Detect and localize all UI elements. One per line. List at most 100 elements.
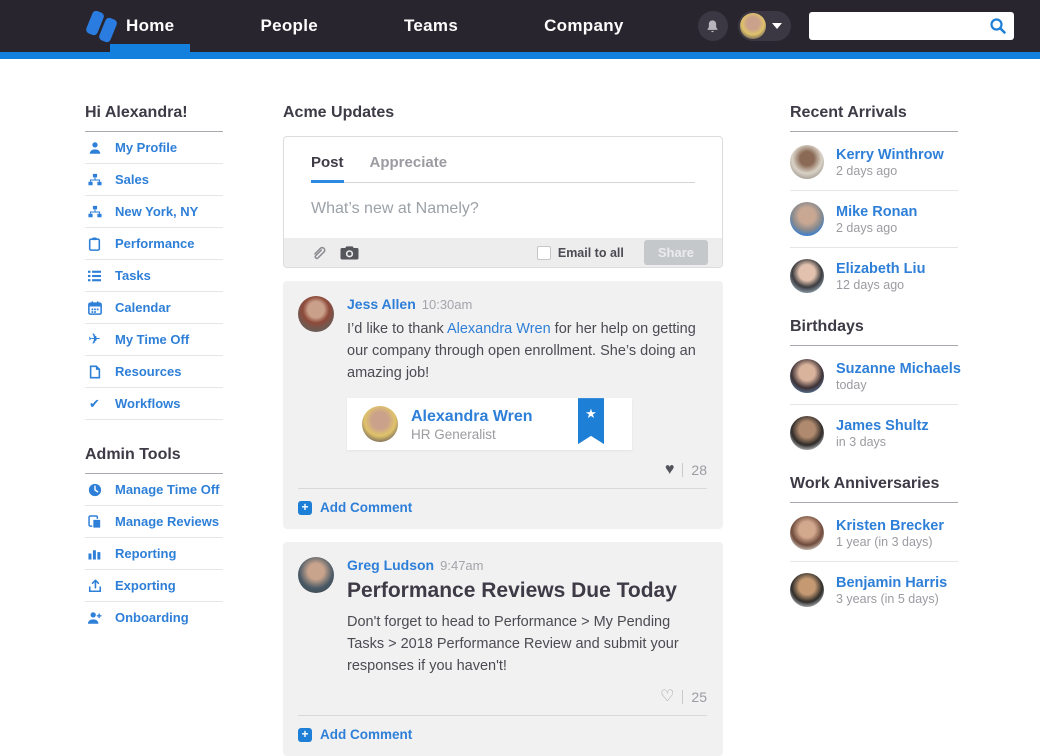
- post-author-link[interactable]: Jess Allen: [347, 296, 416, 312]
- person-sub: 12 days ago: [836, 278, 905, 293]
- nav-tab-teams[interactable]: Teams: [392, 0, 470, 52]
- tab-appreciate[interactable]: Appreciate: [370, 154, 448, 182]
- like-count: 25: [691, 689, 707, 706]
- sidebar-greeting: Hi Alexandra!: [85, 104, 223, 132]
- profile-card-role: HR Generalist: [411, 426, 496, 442]
- sidebar-item-label: Tasks: [115, 268, 151, 283]
- sidebar-item-label: Sales: [115, 172, 149, 187]
- share-button[interactable]: Share: [643, 240, 708, 265]
- sidebar-item-label: Performance: [115, 236, 195, 251]
- export-icon: [87, 578, 102, 593]
- sidebar-item-manage-reviews[interactable]: Manage Reviews: [85, 506, 223, 538]
- composer-tabs: Post Appreciate: [284, 137, 722, 183]
- post-text: Don't forget to head to Performance > My…: [347, 614, 679, 675]
- email-to-all-label: Email to all: [557, 245, 624, 260]
- paperclip-icon[interactable]: [311, 245, 326, 261]
- status-input[interactable]: [284, 183, 722, 238]
- add-comment-button[interactable]: + Add Comment: [298, 716, 707, 742]
- copy-icon: [87, 514, 102, 529]
- sidebar-item-workflows[interactable]: ✔ Workflows: [85, 388, 223, 420]
- avatar[interactable]: [298, 557, 334, 594]
- profile-card-name[interactable]: Alexandra Wren: [411, 408, 533, 425]
- search-input[interactable]: [808, 12, 1014, 40]
- admin-tools-heading: Admin Tools: [85, 446, 223, 474]
- sidebar-item-label: New York, NY: [115, 204, 199, 219]
- mention-link[interactable]: Alexandra Wren: [447, 321, 551, 337]
- profile-card[interactable]: Alexandra Wren HR Generalist ★: [347, 398, 632, 451]
- person-sub: 2 days ago: [836, 221, 898, 236]
- post-timestamp: 9:47am: [440, 558, 484, 574]
- person-name[interactable]: Elizabeth Liu: [836, 261, 925, 277]
- appreciation-ribbon[interactable]: ★: [578, 398, 604, 445]
- feed-title: Acme Updates: [283, 104, 395, 121]
- sidebar-item-my-time-off[interactable]: ✈ My Time Off: [85, 324, 223, 356]
- post-author-link[interactable]: Greg Ludson: [347, 557, 434, 573]
- global-search: [808, 12, 1014, 40]
- sidebar-item-resources[interactable]: Resources: [85, 356, 223, 388]
- sidebar-item-calendar[interactable]: Calendar: [85, 292, 223, 324]
- search-icon[interactable]: [989, 17, 1007, 35]
- person-sub: 3 years (in 5 days): [836, 592, 939, 607]
- email-to-all-checkbox[interactable]: [536, 245, 551, 260]
- nav-tab-home[interactable]: Home: [109, 0, 191, 52]
- post-title: Performance Reviews Due Today: [347, 579, 677, 603]
- sidebar-item-my-profile[interactable]: My Profile: [85, 132, 223, 164]
- avatar: [790, 259, 824, 293]
- top-navbar: Home People Teams Company: [0, 0, 1040, 52]
- nav-tab-people[interactable]: People: [248, 0, 330, 52]
- add-comment-button[interactable]: + Add Comment: [298, 489, 707, 515]
- person-row[interactable]: Kristen Brecker 1 year (in 3 days): [790, 505, 958, 562]
- person-row[interactable]: Mike Ronan 2 days ago: [790, 191, 958, 248]
- like-heart-icon[interactable]: ♡: [660, 689, 674, 705]
- sidebar-item-reporting[interactable]: Reporting: [85, 538, 223, 570]
- person-row[interactable]: Kerry Winthrow 2 days ago: [790, 134, 958, 191]
- section-heading: Birthdays: [790, 318, 958, 346]
- sidebar-item-label: Resources: [115, 364, 182, 379]
- sidebar-item-tasks[interactable]: Tasks: [85, 260, 223, 292]
- person-plus-icon: [87, 610, 102, 625]
- sidebar-item-label: Exporting: [115, 578, 176, 593]
- sidebar-item-manage-time-off[interactable]: Manage Time Off: [85, 474, 223, 506]
- avatar: [790, 416, 824, 450]
- person-name[interactable]: Kristen Brecker: [836, 518, 944, 534]
- birthdays-section: Birthdays Suzanne Michaels today James S…: [790, 318, 961, 461]
- plus-icon: +: [298, 500, 312, 515]
- sidebar-item-new-york[interactable]: New York, NY: [85, 196, 223, 228]
- person-row[interactable]: Benjamin Harris 3 years (in 5 days): [790, 562, 958, 618]
- tab-post[interactable]: Post: [311, 154, 344, 183]
- avatar: [790, 516, 824, 550]
- person-name[interactable]: Mike Ronan: [836, 204, 917, 220]
- sidebar-item-sales[interactable]: Sales: [85, 164, 223, 196]
- sidebar-item-performance[interactable]: Performance: [85, 228, 223, 260]
- person-name[interactable]: Kerry Winthrow: [836, 147, 944, 163]
- avatar[interactable]: [298, 296, 334, 332]
- calendar-icon: [87, 300, 102, 315]
- document-icon: [87, 364, 102, 379]
- user-menu[interactable]: [737, 11, 791, 41]
- person-row[interactable]: Suzanne Michaels today: [790, 348, 961, 405]
- plus-icon: +: [298, 727, 312, 742]
- person-icon: [87, 140, 102, 155]
- like-heart-icon[interactable]: ♥: [665, 462, 675, 478]
- person-name[interactable]: Suzanne Michaels: [836, 361, 961, 377]
- person-row[interactable]: James Shultz in 3 days: [790, 405, 958, 461]
- feed-column: Acme Updates Post Appreciate Email to al…: [283, 104, 723, 756]
- clipboard-icon: [87, 236, 102, 251]
- post-timestamp: 10:30am: [421, 297, 473, 312]
- sidebar-item-onboarding[interactable]: Onboarding: [85, 602, 223, 633]
- avatar: [790, 202, 824, 236]
- post-text: I’d like to thank Alexandra Wren for her…: [347, 321, 696, 382]
- person-row[interactable]: Elizabeth Liu 12 days ago: [790, 248, 958, 304]
- notifications-button[interactable]: [697, 11, 728, 41]
- camera-icon[interactable]: [340, 245, 359, 260]
- brand-accent-bar: [0, 52, 1040, 59]
- person-name[interactable]: Benjamin Harris: [836, 575, 947, 591]
- section-heading: Work Anniversaries: [790, 475, 958, 503]
- person-name[interactable]: James Shultz: [836, 418, 929, 434]
- like-divider: [682, 463, 684, 478]
- nav-tab-company[interactable]: Company: [532, 0, 636, 52]
- sidebar-item-exporting[interactable]: Exporting: [85, 570, 223, 602]
- plane-icon: ✈: [88, 331, 101, 348]
- avatar: [362, 406, 398, 443]
- check-icon: ✔: [89, 396, 100, 411]
